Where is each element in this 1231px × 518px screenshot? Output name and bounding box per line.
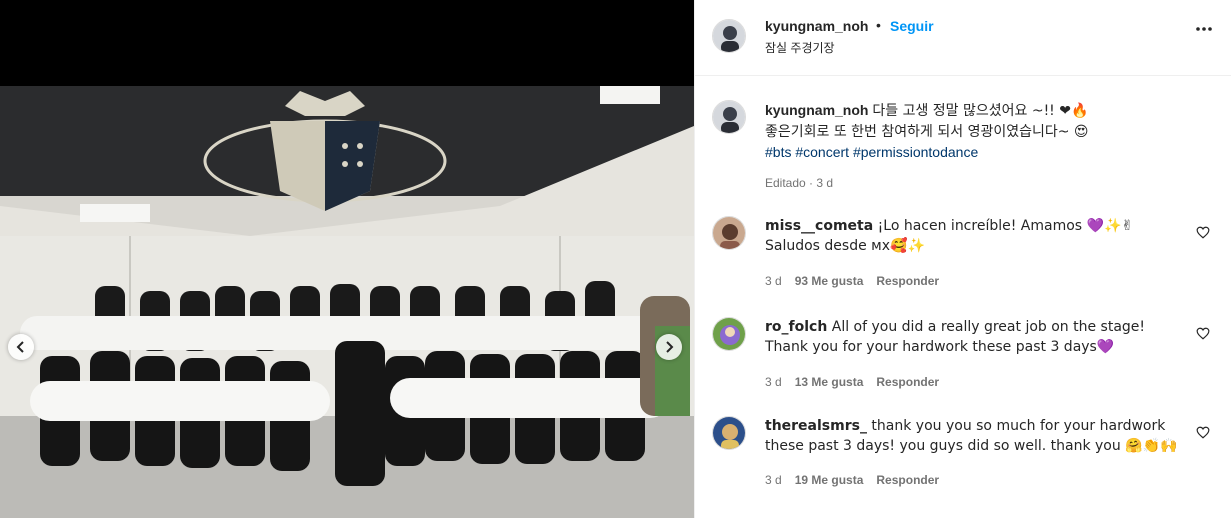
caption-line-2: 좋은기회로 또 한번 참여하게 되서 영광이였습니다~ 😍	[765, 124, 1089, 140]
reply-button[interactable]: Responder	[876, 473, 939, 487]
chevron-left-icon	[16, 341, 24, 353]
post-photo	[0, 86, 694, 518]
comment-username[interactable]: miss__cometa	[765, 218, 873, 234]
author-avatar[interactable]	[712, 19, 746, 53]
comment-meta: 3 d 93 Me gusta Responder	[765, 274, 939, 288]
more-options-icon[interactable]	[1195, 26, 1213, 32]
comment-age: 3 d	[765, 274, 782, 288]
separator-dot: •	[876, 17, 881, 33]
post-header: kyungnam_noh • Seguir 잠실 주경기장	[695, 0, 1231, 76]
reply-button[interactable]: Responder	[876, 274, 939, 288]
comment-meta: 3 d 13 Me gusta Responder	[765, 375, 939, 389]
follow-button[interactable]: Seguir	[890, 18, 934, 34]
post-location[interactable]: 잠실 주경기장	[765, 39, 835, 56]
edited-timestamp: Editado · 3 d	[765, 176, 834, 190]
comment-likes[interactable]: 19 Me gusta	[795, 473, 864, 487]
chevron-right-icon	[666, 341, 674, 353]
commenter-avatar[interactable]	[712, 416, 746, 450]
comment-username[interactable]: therealsmrs_	[765, 418, 867, 434]
comment-meta: 3 d 19 Me gusta Responder	[765, 473, 939, 487]
caption-line-1: 다들 고생 정말 많으셨어요 ~!! ❤🔥	[872, 103, 1089, 119]
post-sidebar: kyungnam_noh • Seguir 잠실 주경기장 kyungnam_n…	[694, 0, 1231, 518]
commenter-avatar[interactable]	[712, 317, 746, 351]
comment-item: therealsmrs_ thank you you so much for y…	[712, 416, 1222, 496]
caption-author-avatar[interactable]	[712, 100, 746, 134]
comment-age: 3 d	[765, 375, 782, 389]
post-media	[0, 0, 694, 518]
author-username[interactable]: kyungnam_noh	[765, 18, 868, 34]
heart-icon[interactable]	[1196, 327, 1210, 340]
post-modal: kyungnam_noh • Seguir 잠실 주경기장 kyungnam_n…	[0, 0, 1231, 518]
heart-icon[interactable]	[1196, 226, 1210, 239]
comment-age: 3 d	[765, 473, 782, 487]
commenter-avatar[interactable]	[712, 216, 746, 250]
comment-text: miss__cometa ¡Lo hacen increíble! Amamos…	[765, 216, 1185, 256]
comment-likes[interactable]: 13 Me gusta	[795, 375, 864, 389]
comment-text: therealsmrs_ thank you you so much for y…	[765, 416, 1185, 456]
caption-text: kyungnam_noh 다들 고생 정말 많으셨어요 ~!! ❤🔥 좋은기회로…	[765, 100, 1205, 162]
heart-icon[interactable]	[1196, 426, 1210, 439]
next-image-button[interactable]	[656, 334, 682, 360]
caption-username[interactable]: kyungnam_noh	[765, 102, 868, 118]
comment-likes[interactable]: 93 Me gusta	[795, 274, 864, 288]
comment-item: miss__cometa ¡Lo hacen increíble! Amamos…	[712, 216, 1222, 296]
comment-item: ro_folch All of you did a really great j…	[712, 317, 1222, 397]
comment-text: ro_folch All of you did a really great j…	[765, 317, 1185, 357]
previous-image-button[interactable]	[8, 334, 34, 360]
caption-hashtags[interactable]: #bts #concert #permissiontodance	[765, 144, 978, 160]
reply-button[interactable]: Responder	[876, 375, 939, 389]
comment-username[interactable]: ro_folch	[765, 319, 827, 335]
